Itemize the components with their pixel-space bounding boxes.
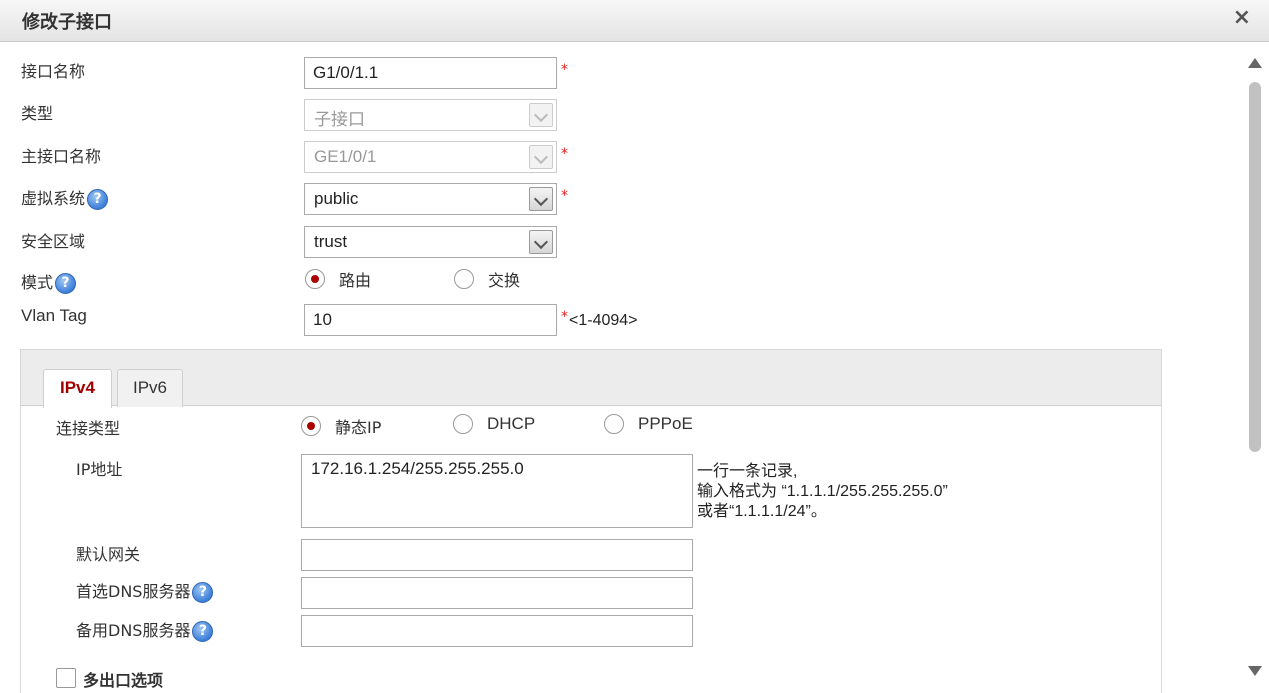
- chevron-down-icon[interactable]: [529, 187, 553, 211]
- required-mark: *: [561, 309, 568, 325]
- chevron-down-icon: [529, 103, 553, 127]
- ip-address-textarea[interactable]: 172.16.1.254/255.255.255.0: [301, 454, 693, 528]
- conn-type-label: 连接类型: [56, 419, 121, 438]
- chevron-down-icon: [529, 145, 553, 169]
- vlan-range-hint: <1-4094>: [569, 312, 638, 329]
- parent-interface-label: 主接口名称: [21, 147, 102, 166]
- scroll-up-icon[interactable]: [1248, 58, 1262, 68]
- radio-unchecked-icon: [454, 269, 474, 289]
- zone-select[interactable]: trust: [304, 226, 557, 258]
- help-icon[interactable]: ?: [192, 621, 214, 642]
- vsys-select[interactable]: public: [304, 183, 557, 215]
- conn-radio-dhcp[interactable]: DHCP: [453, 414, 535, 434]
- dns-secondary-label-text: 备用DNS服务器: [76, 621, 191, 640]
- required-mark: *: [561, 62, 568, 78]
- vlan-tag-input[interactable]: 10: [304, 304, 557, 336]
- vsys-value: public: [314, 189, 359, 208]
- ip-format-hint: 一行一条记录, 输入格式为 “1.1.1.1/255.255.255.0” 或者…: [697, 462, 948, 522]
- help-icon[interactable]: ?: [87, 189, 109, 210]
- radio-checked-icon: [305, 269, 325, 289]
- close-icon[interactable]: ×: [1233, 6, 1251, 30]
- type-label: 类型: [21, 104, 54, 123]
- scroll-down-icon[interactable]: [1248, 666, 1262, 676]
- parent-interface-select: GE1/0/1: [304, 141, 557, 173]
- interface-name-input[interactable]: G1/0/1.1: [304, 57, 557, 89]
- mode-label-text: 模式: [21, 273, 54, 292]
- chevron-down-icon[interactable]: [529, 230, 553, 254]
- gateway-input[interactable]: [301, 539, 693, 571]
- conn-pppoe-label: PPPoE: [638, 414, 693, 433]
- dialog-titlebar: 修改子接口 ×: [0, 0, 1269, 42]
- hint-line: 或者“1.1.1.1/24”。: [697, 503, 827, 520]
- tab-strip: IPv4 IPv6: [21, 350, 1161, 408]
- mode-switch-label: 交换: [488, 271, 521, 290]
- gateway-label: 默认网关: [76, 545, 141, 564]
- multi-egress-label: 多出口选项: [83, 671, 164, 690]
- ip-address-label: IP地址: [76, 460, 123, 479]
- conn-radio-pppoe[interactable]: PPPoE: [604, 414, 693, 434]
- mode-route-label: 路由: [339, 271, 372, 290]
- mode-radio-switch[interactable]: 交换: [454, 267, 520, 291]
- type-select: 子接口: [304, 99, 557, 131]
- mode-label: 模式?: [21, 269, 77, 294]
- zone-label: 安全区域: [21, 232, 86, 251]
- tab-ipv6[interactable]: IPv6: [117, 369, 183, 407]
- radio-unchecked-icon: [604, 414, 624, 434]
- vsys-label: 虚拟系统?: [21, 185, 109, 210]
- conn-static-label: 静态IP: [335, 418, 382, 437]
- radio-checked-icon: [301, 416, 321, 436]
- dns-primary-label-text: 首选DNS服务器: [76, 582, 191, 601]
- vertical-scrollbar[interactable]: [1244, 56, 1266, 686]
- mode-radio-route[interactable]: 路由: [305, 267, 371, 291]
- dialog-title: 修改子接口: [22, 12, 112, 33]
- dns-secondary-input[interactable]: [301, 615, 693, 647]
- conn-radio-static[interactable]: 静态IP: [301, 414, 381, 438]
- dns-primary-label: 首选DNS服务器?: [76, 578, 214, 603]
- hint-line: 一行一条记录,: [697, 463, 798, 480]
- radio-unchecked-icon: [453, 414, 473, 434]
- help-icon[interactable]: ?: [55, 273, 77, 294]
- vlan-tag-label: Vlan Tag: [21, 306, 87, 325]
- tab-ipv4[interactable]: IPv4: [43, 369, 112, 408]
- required-mark: *: [561, 188, 568, 204]
- dns-primary-input[interactable]: [301, 577, 693, 609]
- required-mark: *: [561, 146, 568, 162]
- dns-secondary-label: 备用DNS服务器?: [76, 617, 214, 642]
- scroll-thumb[interactable]: [1249, 82, 1261, 452]
- hint-line: 输入格式为 “1.1.1.1/255.255.255.0”: [697, 483, 948, 500]
- interface-name-label: 接口名称: [21, 62, 86, 81]
- help-icon[interactable]: ?: [192, 582, 214, 603]
- type-value: 子接口: [314, 110, 365, 129]
- parent-interface-value: GE1/0/1: [314, 147, 377, 166]
- zone-value: trust: [314, 232, 348, 251]
- conn-dhcp-label: DHCP: [487, 414, 536, 433]
- multi-egress-checkbox[interactable]: [56, 668, 76, 688]
- vsys-label-text: 虚拟系统: [21, 189, 86, 208]
